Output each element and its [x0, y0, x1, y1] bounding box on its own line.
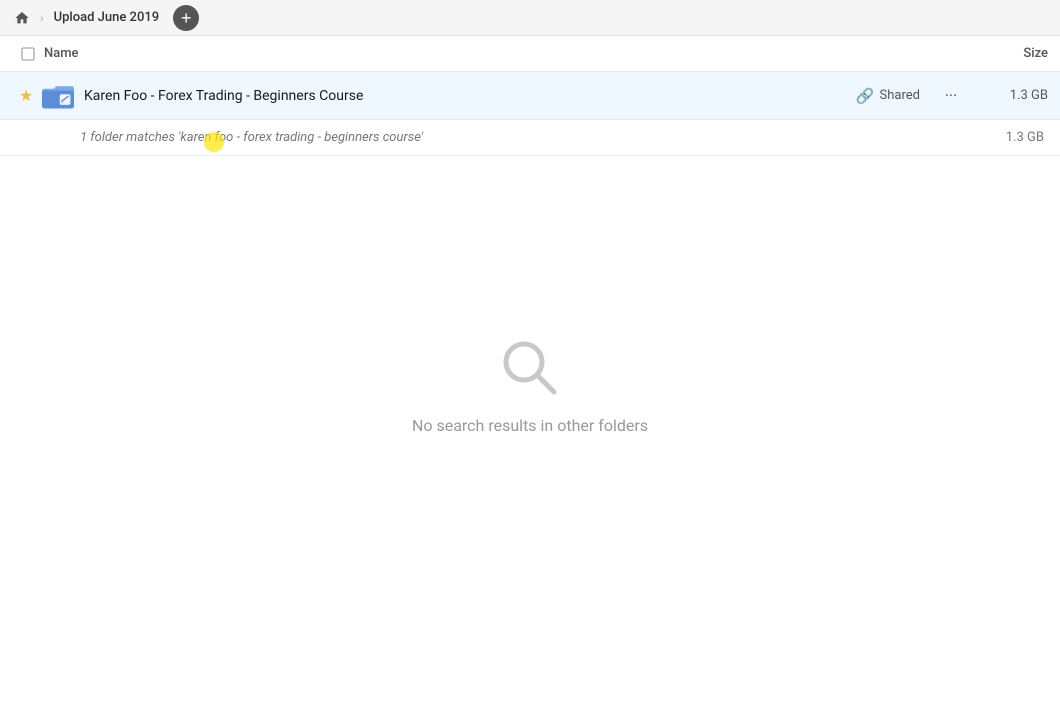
link-icon: 🔗 [856, 87, 875, 105]
empty-state: No search results in other folders [0, 336, 1060, 435]
match-info-row: 1 folder matches 'karen foo - forex trad… [0, 120, 1060, 156]
file-name: Karen Foo - Forex Trading - Beginners Co… [84, 88, 856, 104]
column-size-header: Size [968, 46, 1048, 61]
column-name-header: Name [44, 46, 968, 61]
empty-state-text: No search results in other folders [412, 416, 648, 435]
home-icon [14, 10, 30, 26]
home-button[interactable] [8, 4, 36, 32]
shared-badge: 🔗 Shared [856, 87, 920, 105]
header-checkbox[interactable] [12, 46, 44, 62]
match-size: 1.3 GB [974, 130, 1044, 145]
more-options-button[interactable]: ··· [936, 81, 966, 111]
file-row[interactable]: ★ Karen Foo - Forex Trading - Beginners … [0, 72, 1060, 120]
empty-search-icon [498, 336, 562, 400]
top-bar: › Upload June 2019 + [0, 0, 1060, 36]
shared-label: Shared [880, 88, 920, 103]
breadcrumb-label[interactable]: Upload June 2019 [48, 6, 166, 29]
file-size: 1.3 GB [978, 88, 1048, 103]
column-header: Name Size [0, 36, 1060, 72]
folder-icon [42, 82, 74, 110]
folder-icon-wrap [40, 82, 76, 110]
match-text: 1 folder matches 'karen foo - forex trad… [80, 130, 974, 145]
add-button[interactable]: + [173, 5, 199, 31]
breadcrumb-separator: › [40, 11, 44, 25]
star-icon[interactable]: ★ [12, 86, 40, 105]
checkbox-icon [20, 46, 36, 62]
